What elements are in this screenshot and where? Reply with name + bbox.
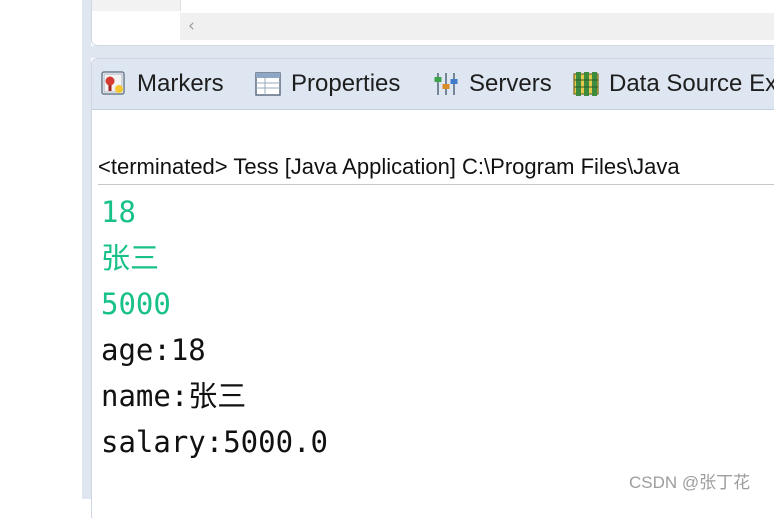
tab-markers-label: Markers	[137, 70, 224, 97]
data-source-explorer-icon	[573, 72, 599, 96]
servers-icon	[434, 73, 458, 95]
console-header-divider	[98, 184, 774, 185]
csdn-watermark: CSDN @张丁花	[629, 473, 751, 492]
tab-data-source-explorer-label: Data Source Ex	[609, 70, 774, 97]
left-gutter	[0, 0, 82, 499]
tab-servers-label: Servers	[469, 70, 552, 97]
console-line: 18	[101, 195, 136, 229]
panel-gap	[91, 46, 774, 58]
views-tab-bar: Markers Properties Servers Data Source E…	[92, 59, 774, 110]
tab-properties[interactable]: Properties	[254, 69, 400, 99]
tab-servers[interactable]: Servers	[432, 69, 552, 99]
editor-line-number-column	[92, 0, 181, 11]
markers-icon	[101, 71, 125, 95]
tab-data-source-explorer[interactable]: Data Source Ex	[572, 69, 774, 99]
editor-panel: ‹	[91, 0, 774, 46]
left-divider	[82, 0, 91, 499]
tab-markers[interactable]: Markers	[100, 69, 224, 99]
tab-properties-label: Properties	[291, 70, 401, 97]
console-line: age:18	[101, 333, 206, 367]
console-line: name:张三	[101, 379, 247, 413]
console-line: 5000	[101, 287, 171, 321]
console-output[interactable]: 18 张三 5000 age:18 name:张三 salary:5000.0	[101, 189, 328, 465]
console-line: salary:5000.0	[101, 425, 328, 459]
horizontal-scrollbar[interactable]: ‹	[180, 13, 774, 40]
properties-icon	[255, 72, 281, 96]
console-views-panel: Markers Properties Servers Data Source E…	[91, 58, 774, 518]
console-line: 张三	[101, 241, 160, 275]
chevron-left-icon[interactable]: ‹	[188, 15, 195, 37]
console-process-header: <terminated> Tess [Java Application] C:\…	[98, 154, 680, 179]
